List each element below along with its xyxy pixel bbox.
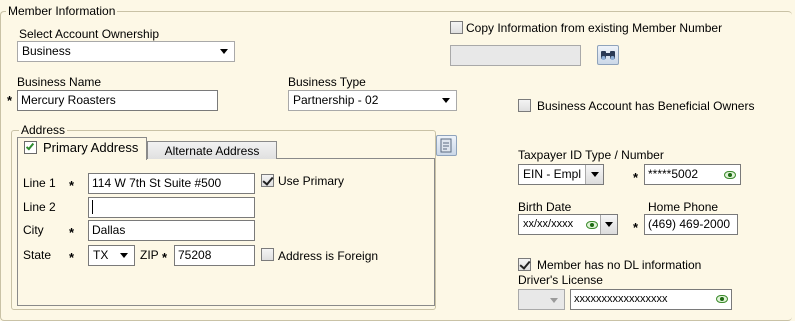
beneficial-owners-checkbox[interactable]	[518, 99, 531, 112]
required-marker: *	[633, 220, 639, 235]
state-select[interactable]: TX	[88, 245, 135, 266]
required-marker: *	[69, 225, 75, 240]
business-type-select[interactable]: Partnership - 02	[288, 90, 457, 111]
ownership-value: Business	[22, 44, 71, 58]
chevron-down-icon	[220, 49, 228, 54]
eye-icon[interactable]	[716, 295, 728, 303]
group-title: Member Information	[6, 4, 118, 18]
address-foreign-label: Address is Foreign	[278, 249, 379, 263]
search-member-button[interactable]	[597, 45, 619, 65]
required-marker: *	[69, 178, 75, 193]
birth-date-value: xx/xx/xxxx	[523, 218, 574, 230]
taxpayer-number-value: *****5002	[648, 167, 699, 181]
beneficial-owners-label: Business Account has Beneficial Owners	[537, 99, 755, 113]
zip-input[interactable]: 75208	[174, 245, 255, 266]
tab-alternate-address[interactable]: Alternate Address	[147, 141, 277, 159]
state-value: TX	[93, 248, 109, 262]
zip-label: ZIP	[140, 248, 159, 262]
eye-icon[interactable]	[586, 221, 598, 229]
copy-info-label: Copy Information from existing Member Nu…	[466, 21, 723, 35]
business-type-label: Business Type	[288, 75, 366, 89]
binoculars-icon	[601, 51, 615, 60]
chevron-down-icon	[550, 298, 558, 303]
dl-state-select	[518, 289, 565, 310]
tab-primary-address[interactable]: Primary Address	[17, 137, 147, 160]
line2-input[interactable]	[88, 197, 255, 218]
chevron-down-icon	[591, 172, 599, 177]
address-book-icon	[440, 138, 452, 153]
home-phone-input[interactable]: (469) 469-2000	[644, 214, 738, 235]
taxpayer-label: Taxpayer ID Type / Number	[518, 148, 664, 162]
chevron-down-icon	[120, 253, 128, 258]
copy-info-checkbox[interactable]	[450, 21, 463, 34]
required-marker: *	[162, 250, 168, 265]
chevron-down-icon	[605, 222, 613, 227]
line1-label: Line 1	[23, 176, 56, 190]
address-foreign-checkbox[interactable]	[261, 248, 274, 261]
city-label: City	[23, 223, 44, 237]
state-label: State	[23, 248, 52, 262]
home-phone-label: Home Phone	[648, 200, 719, 214]
line2-label: Line 2	[23, 200, 56, 214]
eye-icon[interactable]	[724, 171, 736, 179]
business-name-label: Business Name	[17, 75, 102, 89]
taxpayer-type-select[interactable]: EIN - Empl	[518, 164, 604, 185]
tab-primary-label: Primary Address	[43, 140, 139, 155]
birth-date-picker[interactable]: xx/xx/xxxx	[518, 214, 618, 235]
check-icon	[24, 141, 37, 154]
ownership-label: Select Account Ownership	[19, 27, 160, 41]
ownership-select[interactable]: Business	[17, 41, 235, 62]
required-marker: *	[69, 250, 75, 265]
required-marker: *	[7, 93, 13, 108]
business-type-value: Partnership - 02	[293, 93, 379, 107]
address-lookup-button[interactable]	[436, 135, 457, 156]
dl-number-input[interactable]: xxxxxxxxxxxxxxxxx	[570, 289, 732, 310]
required-marker: *	[633, 170, 639, 185]
use-primary-label: Use Primary	[278, 174, 345, 188]
birth-date-label: Birth Date	[518, 200, 572, 214]
member-number-field	[450, 45, 581, 66]
use-primary-checkbox[interactable]	[261, 174, 274, 187]
line1-input[interactable]: 114 W 7th St Suite #500	[88, 173, 255, 194]
business-name-input[interactable]: Mercury Roasters	[17, 90, 218, 111]
city-input[interactable]: Dallas	[88, 220, 255, 241]
chevron-down-icon	[442, 98, 450, 103]
address-label: Address	[19, 123, 68, 137]
no-dl-checkbox[interactable]	[518, 258, 531, 271]
no-dl-label: Member has no DL information	[537, 258, 702, 272]
text-cursor	[92, 200, 93, 214]
taxpayer-type-value: EIN - Empl	[523, 167, 582, 181]
drivers-license-label: Driver's License	[518, 273, 603, 287]
tab-alternate-label: Alternate Address	[164, 144, 260, 158]
